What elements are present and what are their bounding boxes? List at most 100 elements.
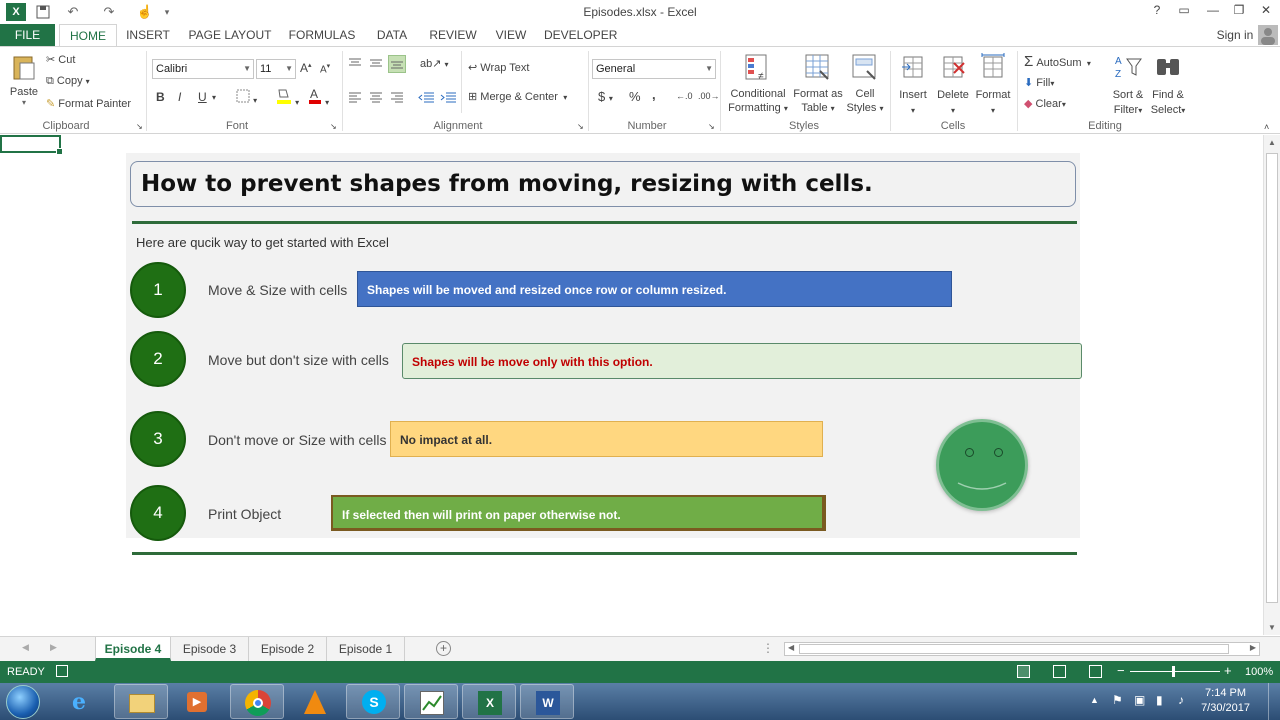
bold-button[interactable]: B [156,90,165,104]
collapse-ribbon-icon[interactable]: ˄ [1264,122,1269,132]
underline-button[interactable]: U [198,90,207,104]
format-painter-button[interactable]: ✎ Format Painter [46,97,131,110]
start-button-icon[interactable] [6,685,40,719]
normal-view-icon[interactable] [1017,665,1030,678]
scroll-down-icon[interactable]: ▼ [1268,623,1276,632]
divider-line-top[interactable] [132,221,1077,224]
divider-line-bottom[interactable] [132,552,1077,555]
excel-taskbar-icon[interactable]: X [462,684,516,719]
delete-cells-button[interactable]: Delete ▾ [934,53,972,118]
fill-button[interactable]: ⬇ Fill▾ [1024,76,1054,89]
media-player-icon[interactable]: ▶ [170,684,224,719]
worksheet-grid[interactable] [0,135,1263,635]
align-right-icon[interactable] [390,91,404,106]
step-circle-1[interactable]: 1 [130,262,186,318]
font-launcher-icon[interactable]: ↘ [330,122,337,131]
decrease-decimal-icon[interactable]: .00→ [698,91,720,101]
comma-button[interactable]: , [652,87,656,102]
zoom-slider-thumb[interactable] [1172,666,1175,677]
close-icon[interactable]: ✕ [1256,3,1276,21]
word-taskbar-icon[interactable]: W [520,684,574,719]
show-desktop-button[interactable] [1268,683,1280,720]
decrease-font-icon[interactable]: A▾ [320,62,330,75]
option-box-4[interactable]: If selected then will print on paper oth… [331,495,826,531]
tray-expand-icon[interactable]: ▲ [1090,695,1099,705]
number-format-select[interactable]: General ▼ [592,59,716,79]
orientation-icon[interactable]: ab↗ ▾ [420,57,449,70]
cut-button[interactable]: ✂ Cut [46,53,75,66]
avatar[interactable] [1258,25,1278,45]
option-box-1[interactable]: Shapes will be moved and resized once ro… [357,271,952,307]
minimize-icon[interactable]: — [1203,3,1223,21]
clear-button[interactable]: ◆ Clear▾ [1024,97,1066,110]
align-center-icon[interactable] [369,91,383,106]
vertical-scrollbar[interactable]: ▲ ▼ [1263,135,1280,635]
new-sheet-icon[interactable]: + [436,641,451,656]
clipboard-launcher-icon[interactable]: ↘ [136,122,143,131]
scroll-left-icon[interactable]: ◀ [788,643,794,652]
tab-page-layout[interactable]: PAGE LAYOUT [186,24,274,46]
clock[interactable]: 7:14 PM 7/30/2017 [1201,686,1250,716]
chrome-icon[interactable] [230,684,284,719]
increase-indent-icon[interactable] [440,91,456,106]
borders-icon[interactable]: ▾ [236,89,257,106]
skype-icon[interactable]: S [346,684,400,719]
zoom-in-icon[interactable]: + [1224,663,1232,678]
increase-decimal-icon[interactable]: ←.0 [676,91,693,101]
find-select-button[interactable]: Find & Select▾ [1148,53,1188,118]
align-left-icon[interactable] [348,91,362,106]
font-color-icon[interactable]: A ▾ [308,87,329,108]
tab-insert[interactable]: INSERT [122,24,174,46]
zoom-out-icon[interactable]: − [1117,663,1125,678]
sheet-tab-episode-1[interactable]: Episode 1 [327,637,405,661]
sheet-tab-episode-3[interactable]: Episode 3 [171,637,249,661]
cell-styles-button[interactable]: Cell Styles ▾ [844,53,886,116]
format-as-table-button[interactable]: Format as Table ▾ [792,53,844,116]
conditional-formatting-button[interactable]: ≠ Conditional Formatting ▾ [726,53,790,116]
underline-dropdown-icon[interactable]: ▾ [212,93,216,102]
increase-font-icon[interactable]: A▴ [300,61,312,75]
sheet-tab-episode-4[interactable]: Episode 4 [95,637,171,661]
tab-file[interactable]: FILE [0,24,55,46]
tab-home[interactable]: HOME [59,24,117,47]
zoom-slider[interactable] [1130,671,1220,672]
page-layout-view-icon[interactable] [1053,665,1066,678]
tab-data[interactable]: DATA [370,24,414,46]
font-size-select[interactable]: 11 ▼ [256,59,296,79]
restore-icon[interactable]: ❐ [1229,3,1249,21]
next-sheet-icon[interactable]: ▶ [50,642,57,653]
align-top-icon[interactable] [348,57,362,72]
vertical-scroll-thumb[interactable] [1266,153,1278,603]
ribbon-display-icon[interactable]: ▭ [1174,3,1194,21]
insert-cells-button[interactable]: Insert ▾ [896,53,930,118]
fill-color-icon[interactable]: ▾ [276,87,299,108]
option-box-3[interactable]: No impact at all. [390,421,823,457]
vlc-icon[interactable] [288,684,342,719]
paste-button[interactable]: Paste ▾ [8,53,40,107]
volume-icon[interactable]: ♪ [1178,693,1184,707]
sort-filter-button[interactable]: AZ Sort & Filter▾ [1108,53,1148,118]
macro-record-icon[interactable] [56,665,68,677]
horizontal-scrollbar[interactable]: ◀ ▶ [784,642,1260,656]
help-icon[interactable]: ? [1147,3,1167,21]
file-explorer-icon[interactable] [114,684,168,719]
format-cells-button[interactable]: Format ▾ [974,53,1012,118]
font-name-select[interactable]: Calibri ▼ [152,59,254,79]
internet-explorer-icon[interactable]: e [58,684,112,719]
alignment-launcher-icon[interactable]: ↘ [577,122,584,131]
smiley-face-shape[interactable] [936,419,1028,511]
network-icon[interactable]: ▮ [1156,693,1163,707]
prev-sheet-icon[interactable]: ◀ [22,642,29,653]
sheet-tab-episode-2[interactable]: Episode 2 [249,637,327,661]
page-break-view-icon[interactable] [1089,665,1102,678]
scroll-up-icon[interactable]: ▲ [1268,138,1276,147]
tab-formulas[interactable]: FORMULAS [286,24,358,46]
tab-developer[interactable]: DEVELOPER [544,24,617,46]
autosum-button[interactable]: Σ AutoSum ▾ [1024,53,1091,70]
horizontal-scroll-thumb[interactable] [799,644,1229,654]
step-circle-3[interactable]: 3 [130,411,186,467]
wrap-text-button[interactable]: ↩ Wrap Text [468,61,529,74]
tab-split-handle-icon[interactable]: ⋮ [762,641,774,655]
tab-review[interactable]: REVIEW [426,24,480,46]
copy-button[interactable]: ⧉ Copy ▾ [46,75,90,88]
